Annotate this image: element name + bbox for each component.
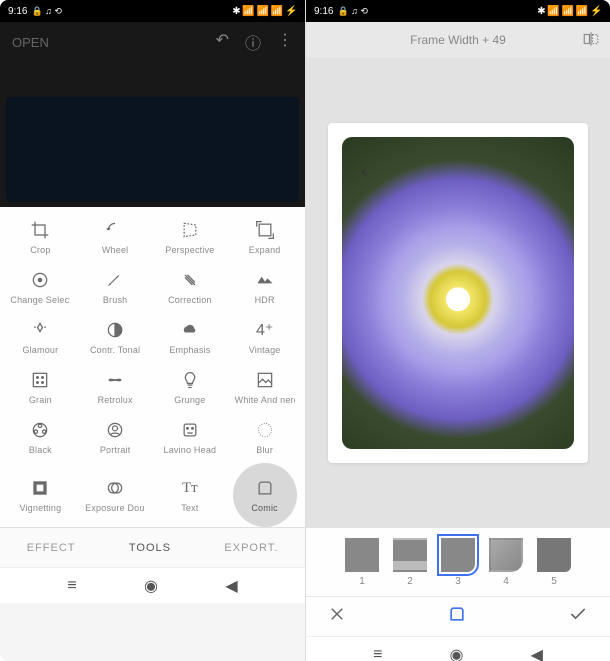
hdr-icon [254, 269, 276, 291]
canvas-area[interactable]: ↖ [306, 58, 610, 528]
tool-emphasis[interactable]: Emphasis [154, 313, 227, 361]
frame-thumb-1 [345, 538, 379, 572]
selective-icon [29, 269, 51, 291]
more-icon[interactable]: ⋮ [277, 30, 293, 54]
flower-photo: ↖ [342, 137, 574, 449]
status-icons-right: 🔒 ♫ ⟲ [337, 6, 368, 17]
tool-crop[interactable]: Crop [4, 213, 77, 261]
tool-vignetting[interactable]: Vignetting [4, 463, 77, 527]
bottom-tabs: EFFECT TOOLS EXPORT. [0, 527, 305, 567]
photo-frame: ↖ [328, 123, 588, 463]
frame-option-5[interactable]: 5 [537, 538, 571, 587]
status-icons-left: 🔒 ♫ ⟲ [31, 6, 62, 17]
tab-export[interactable]: EXPORT. [224, 542, 278, 554]
confirm-button[interactable] [568, 604, 588, 629]
mustache-icon [104, 369, 126, 391]
frame-option-2[interactable]: 2 [393, 538, 427, 587]
double-exposure-icon [104, 477, 126, 499]
frame-width-header: Frame Width + 49 [306, 22, 610, 58]
tool-exposure[interactable]: Exposure Double Room [79, 463, 152, 527]
tool-expand[interactable]: Expand [228, 213, 301, 261]
status-time: 9:16 [8, 6, 27, 17]
tool-blur[interactable]: Blur [228, 413, 301, 461]
vignette-icon [29, 477, 51, 499]
tool-black[interactable]: Black [4, 413, 77, 461]
grain-icon [29, 369, 51, 391]
frame-option-1[interactable]: 1 [345, 538, 379, 587]
face-icon [179, 419, 201, 441]
frame-thumb-2 [393, 538, 427, 572]
tool-tonal[interactable]: Contr. Tonal [79, 313, 152, 361]
status-bar-right: 9:16 🔒 ♫ ⟲ ✱ 📶 📶 📶 ⚡ [306, 0, 610, 22]
tool-correction[interactable]: Correction [154, 263, 227, 311]
frame-selector-strip: 1 2 3 4 5 [306, 528, 610, 596]
tool-wheel[interactable]: Wheel [79, 213, 152, 261]
frame-thumb-5 [537, 538, 571, 572]
cancel-button[interactable] [328, 605, 346, 628]
frame-thumb-3 [441, 538, 475, 572]
tool-selective[interactable]: Change Selective [4, 263, 77, 311]
tools-panel: Crop Wheel Perspective Expand Chang [0, 207, 305, 527]
nav-home-icon[interactable]: ◉ [144, 576, 158, 596]
tool-vintage[interactable]: 4⁺ Vintage [228, 313, 301, 361]
tool-comic[interactable]: Comic [233, 463, 297, 527]
undo-icon[interactable]: ↶ [216, 30, 229, 54]
tool-grain[interactable]: Grain [4, 363, 77, 411]
frame-thumb-4 [489, 538, 523, 572]
perspective-icon [179, 219, 201, 241]
info-icon[interactable]: ⓘ [245, 30, 261, 54]
frame-icon [254, 477, 276, 499]
nav-menu-icon[interactable]: ≡ [67, 577, 76, 595]
tool-brush[interactable]: Brush [79, 263, 152, 311]
action-bar [306, 596, 610, 636]
frame-option-4[interactable]: 4 [489, 538, 523, 587]
glamour-icon [29, 319, 51, 341]
tool-text[interactable]: Tᴛ Text [154, 463, 227, 527]
image-preview-dimmed: OPEN ↶ ⓘ ⋮ [0, 22, 305, 207]
status-time-right: 9:16 [314, 6, 333, 17]
tool-glamour[interactable]: Glamour [4, 313, 77, 361]
tool-head[interactable]: Lavino Head [154, 413, 227, 461]
frame-option-3[interactable]: 3 [441, 538, 475, 587]
dimmed-image [6, 97, 299, 202]
status-indicators: ✱ 📶 📶 📶 ⚡ [232, 6, 297, 17]
lightbulb-icon [179, 369, 201, 391]
contrast-icon [104, 319, 126, 341]
text-icon: Tᴛ [179, 477, 201, 499]
cloud-icon [179, 319, 201, 341]
flip-icon[interactable] [582, 30, 600, 51]
nav-home-icon-right[interactable]: ◉ [450, 645, 464, 661]
tab-tools[interactable]: TOOLS [129, 542, 171, 554]
tool-grunge[interactable]: Grunge [154, 363, 227, 411]
frame-mode-icon[interactable] [447, 604, 467, 629]
crop-icon [29, 219, 51, 241]
cursor-icon: ↖ [360, 167, 369, 180]
frame-width-label: Frame Width + 49 [410, 33, 506, 47]
film-icon [29, 419, 51, 441]
nav-back-icon[interactable]: ◀ [225, 576, 237, 596]
tool-perspective[interactable]: Perspective [154, 213, 227, 261]
blur-icon [254, 419, 276, 441]
tool-whiteblack[interactable]: White And nero [228, 363, 301, 411]
open-label: OPEN [12, 35, 49, 50]
tab-effect[interactable]: EFFECT [27, 542, 76, 554]
nav-back-icon-right[interactable]: ◀ [531, 645, 543, 661]
vintage-icon: 4⁺ [254, 319, 276, 341]
status-indicators-right: ✱ 📶 📶 📶 ⚡ [537, 6, 602, 17]
nav-bar-left: ≡ ◉ ◀ [0, 567, 305, 603]
expand-icon [254, 219, 276, 241]
tool-portrait[interactable]: Portrait [79, 413, 152, 461]
image-icon [254, 369, 276, 391]
brush-icon [104, 269, 126, 291]
wheel-icon [104, 219, 126, 241]
status-bar-left: 9:16 🔒 ♫ ⟲ ✱ 📶 📶 📶 ⚡ [0, 0, 305, 22]
nav-bar-right: ≡ ◉ ◀ [306, 636, 610, 661]
tool-hdr[interactable]: HDR [228, 263, 301, 311]
tool-retrolux[interactable]: Retrolux [79, 363, 152, 411]
nav-menu-icon-right[interactable]: ≡ [373, 646, 382, 661]
person-icon [104, 419, 126, 441]
bandage-icon [179, 269, 201, 291]
